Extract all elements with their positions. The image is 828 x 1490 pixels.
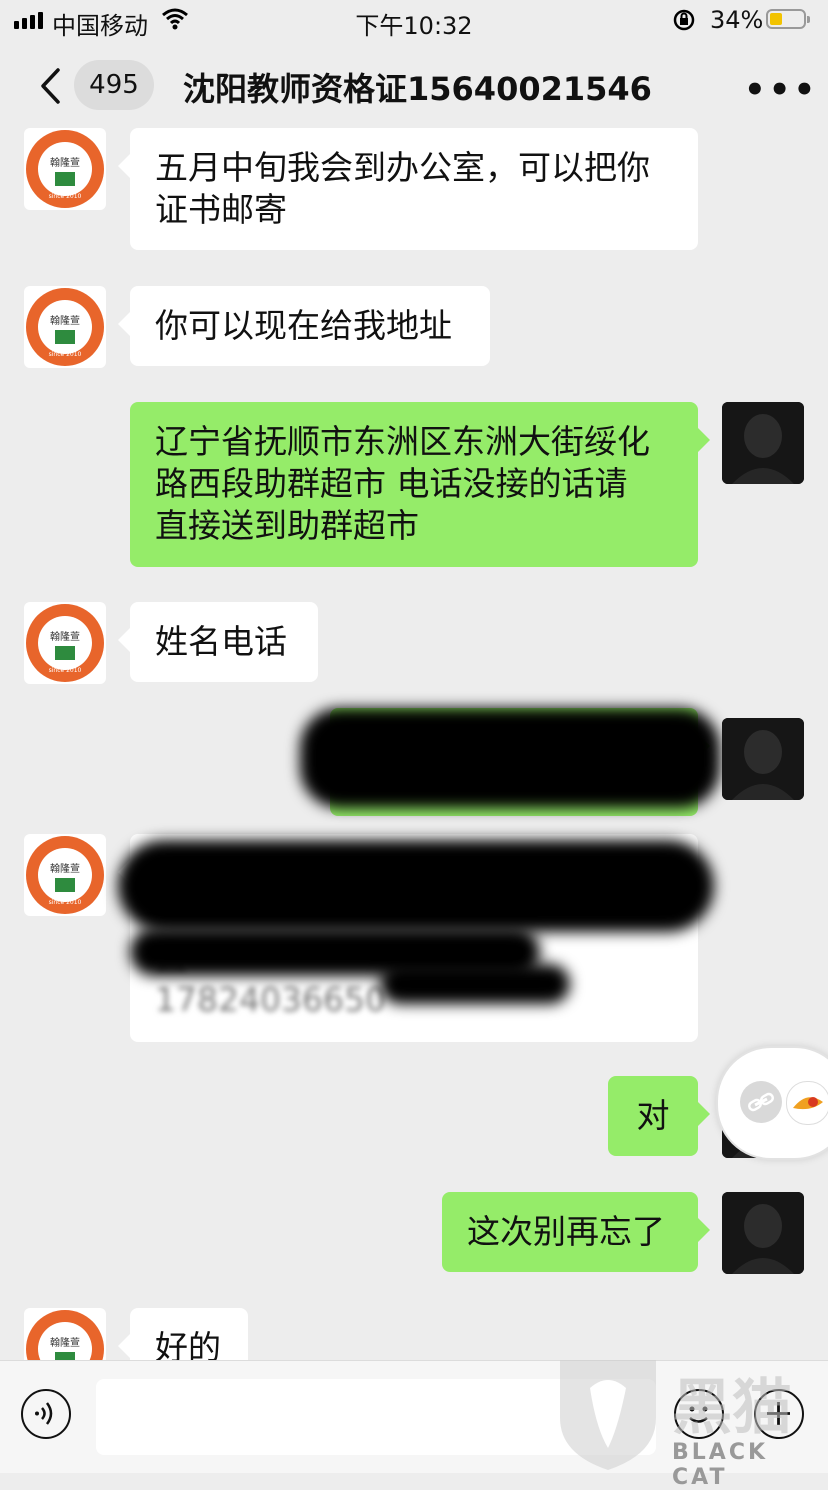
battery-icon xyxy=(766,9,810,29)
han-long-xuan-logo-icon: 翰隆萱 since 2010 xyxy=(26,130,104,208)
unread-count-badge[interactable]: 495 xyxy=(74,60,154,110)
mini-app-icon[interactable] xyxy=(786,1081,828,1125)
outgoing-message[interactable]: 辽宁省抚顺市东洲区东洲大街绥化 路西段助群超市 电话没接的话请 直接送到助群超市 xyxy=(130,402,710,567)
rotation-lock-icon xyxy=(673,9,695,31)
more-options-icon[interactable]: ••• xyxy=(744,70,818,110)
message-text-line: 好的 xyxy=(155,1328,221,1360)
svg-text:翰隆萱: 翰隆萱 xyxy=(50,862,80,875)
message-list[interactable]: 翰隆萱 since 2010 五月中旬我会到办公室，可以把你 证书邮寄 翰隆萱 si… xyxy=(0,128,828,1360)
back-chevron-icon[interactable] xyxy=(38,66,62,106)
clock: 下午10:32 xyxy=(355,12,473,40)
incoming-message[interactable]: 姓名电话 xyxy=(118,602,318,682)
contact-avatar[interactable]: 翰隆萱 since 2010 xyxy=(24,602,106,684)
han-long-xuan-logo-icon: 翰隆萱since 2010 xyxy=(26,1310,104,1360)
dark-portrait-icon xyxy=(722,1192,804,1274)
link-icon[interactable] xyxy=(740,1081,782,1123)
status-bar: 中国移动 下午10:32 34% xyxy=(0,0,828,44)
message-text-line: 五月中旬我会到办公室，可以把你 xyxy=(155,148,650,187)
message-text-line: 证书邮寄 xyxy=(155,190,287,229)
svg-text:翰隆萱: 翰隆萱 xyxy=(50,314,80,327)
svg-text:since 2010: since 2010 xyxy=(49,351,82,358)
user-avatar[interactable] xyxy=(722,1192,804,1274)
watermark-brand: 黑猫 xyxy=(672,1373,792,1443)
chat-header: 495 沈阳教师资格证15640021546 ••• xyxy=(0,44,828,128)
contact-avatar[interactable]: 翰隆萱 since 2010 xyxy=(24,128,106,210)
contact-avatar[interactable]: 翰隆萱 since 2010 xyxy=(24,286,106,368)
user-avatar[interactable] xyxy=(722,718,804,800)
incoming-message[interactable]: 好的 xyxy=(118,1308,248,1360)
svg-text:since 2010: since 2010 xyxy=(49,667,82,674)
redaction-mark xyxy=(118,840,714,932)
redaction-mark xyxy=(380,964,570,1004)
user-avatar[interactable] xyxy=(722,402,804,484)
svg-text:since 2010: since 2010 xyxy=(49,193,82,200)
outgoing-message[interactable]: 对 xyxy=(608,1076,710,1156)
message-text-line: 这次别再忘了 xyxy=(467,1212,665,1251)
svg-text:翰隆萱: 翰隆萱 xyxy=(50,630,80,643)
han-long-xuan-logo-icon: 翰隆萱 since 2010 xyxy=(26,604,104,682)
redaction-mark xyxy=(300,708,720,808)
han-long-xuan-logo-icon: 翰隆萱 since 2010 xyxy=(26,836,104,914)
floating-window-bubble[interactable] xyxy=(716,1046,828,1160)
han-long-xuan-logo-icon: 翰隆萱 since 2010 xyxy=(26,288,104,366)
message-text-line: 你可以现在给我地址 xyxy=(155,306,452,345)
battery-percent: 34% xyxy=(710,6,764,34)
message-text-line: 辽宁省抚顺市东洲区东洲大街绥化 xyxy=(155,422,650,461)
svg-text:翰隆萱: 翰隆萱 xyxy=(50,156,80,169)
svg-text:since 2010: since 2010 xyxy=(49,899,82,906)
contact-avatar[interactable]: 翰隆萱 since 2010 xyxy=(24,834,106,916)
message-text-line: 路西段助群超市 电话没接的话请 xyxy=(155,464,628,503)
chat-title: 沈阳教师资格证15640021546 xyxy=(183,70,652,108)
message-text-line: 直接送到助群超市 xyxy=(155,506,419,545)
message-text-line: 对 xyxy=(636,1096,670,1135)
incoming-message[interactable]: 五月中旬我会到办公室，可以把你 证书邮寄 xyxy=(118,128,698,250)
message-text-line: 姓名电话 xyxy=(155,622,287,661)
contact-avatar[interactable]: 翰隆萱since 2010 xyxy=(24,1308,106,1360)
incoming-message[interactable]: 你可以现在给我地址 xyxy=(118,286,490,366)
watermark-text: BLACK CAT xyxy=(672,1440,769,1490)
outgoing-message[interactable]: 这次别再忘了 xyxy=(442,1192,710,1272)
svg-text:翰隆萱: 翰隆萱 xyxy=(50,1336,80,1349)
voice-input-icon[interactable] xyxy=(21,1389,71,1439)
dark-portrait-icon xyxy=(722,402,804,484)
dark-portrait-icon xyxy=(722,718,804,800)
